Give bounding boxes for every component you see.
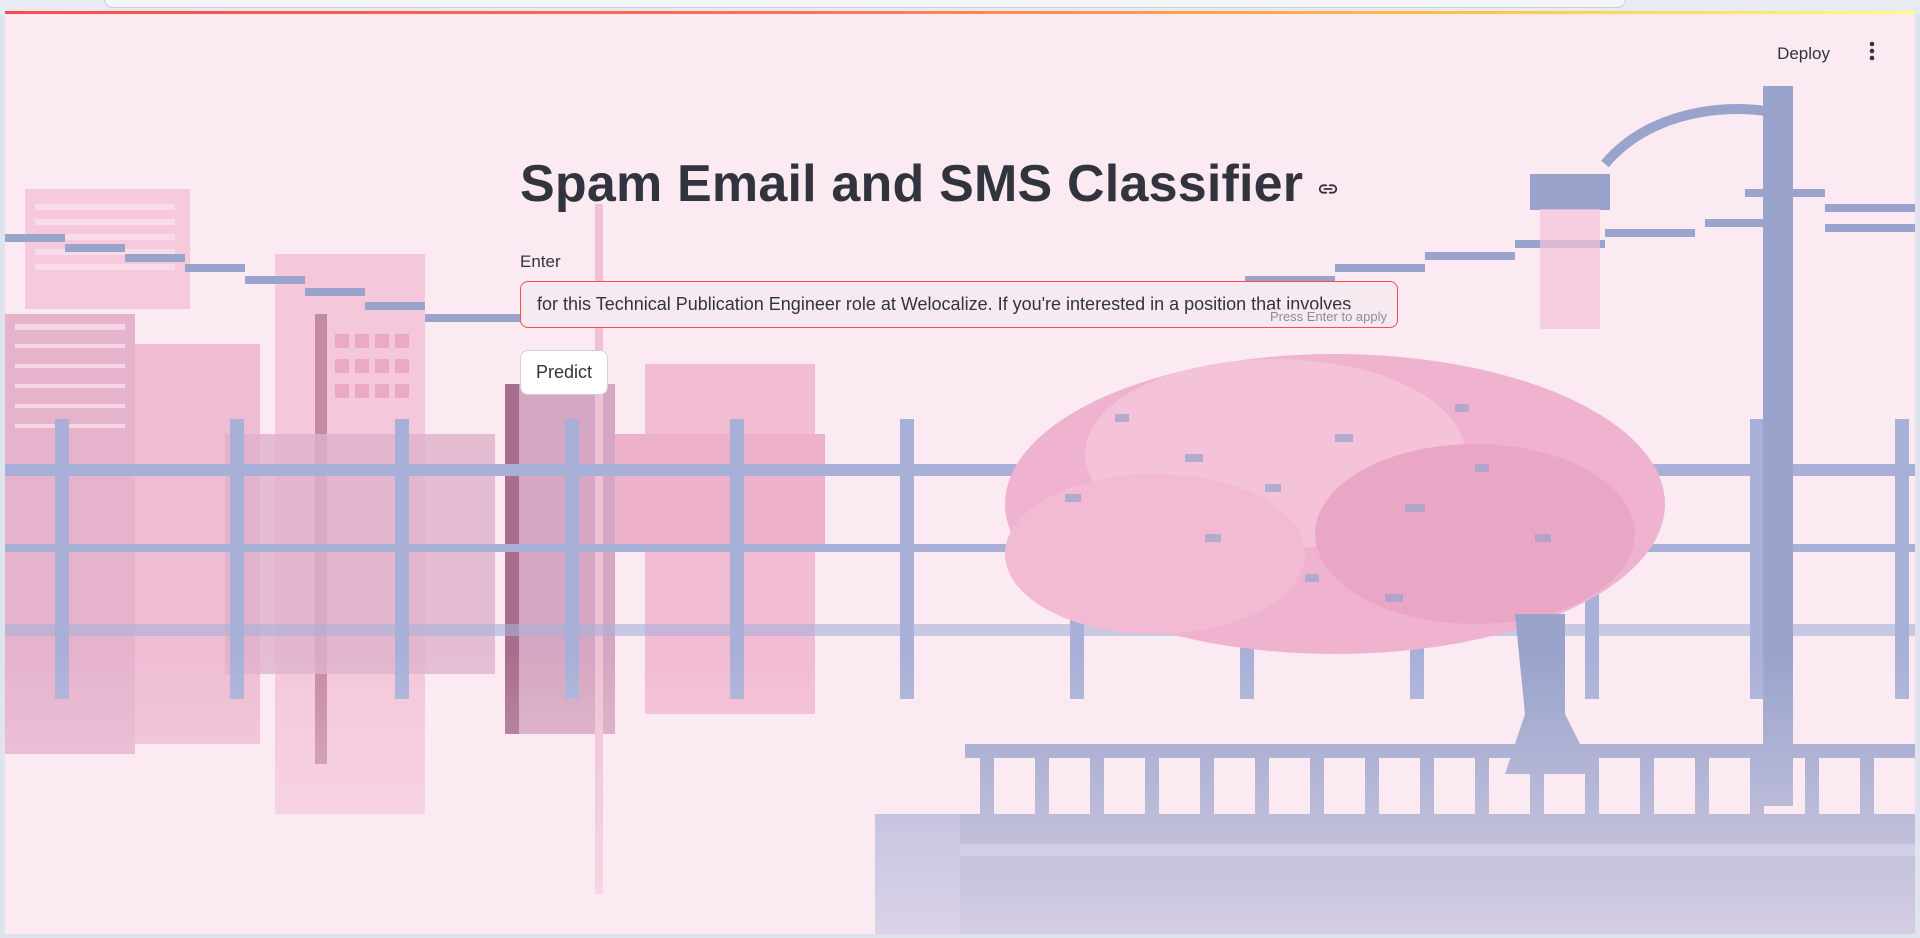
address-bar[interactable] bbox=[104, 0, 1626, 8]
link-icon[interactable] bbox=[1317, 178, 1339, 200]
background-pixel-scene bbox=[5, 86, 1915, 934]
predict-button[interactable]: Predict bbox=[520, 350, 609, 395]
message-input-container: Press Enter to apply bbox=[520, 281, 1398, 328]
main-content: Spam Email and SMS Classifier Enter Pres… bbox=[520, 154, 1400, 395]
input-hint: Press Enter to apply bbox=[1269, 309, 1387, 324]
input-label: Enter bbox=[520, 252, 561, 271]
message-input[interactable] bbox=[521, 282, 1397, 327]
page-title: Spam Email and SMS Classifier bbox=[520, 155, 1304, 213]
app-container: Deploy Spam Email and SMS Classifier Ent… bbox=[5, 14, 1915, 934]
deploy-button[interactable]: Deploy bbox=[1767, 36, 1840, 72]
browser-top-strip bbox=[0, 0, 1920, 14]
more-vertical-icon[interactable] bbox=[1857, 36, 1887, 66]
title-row: Spam Email and SMS Classifier bbox=[520, 154, 1400, 214]
